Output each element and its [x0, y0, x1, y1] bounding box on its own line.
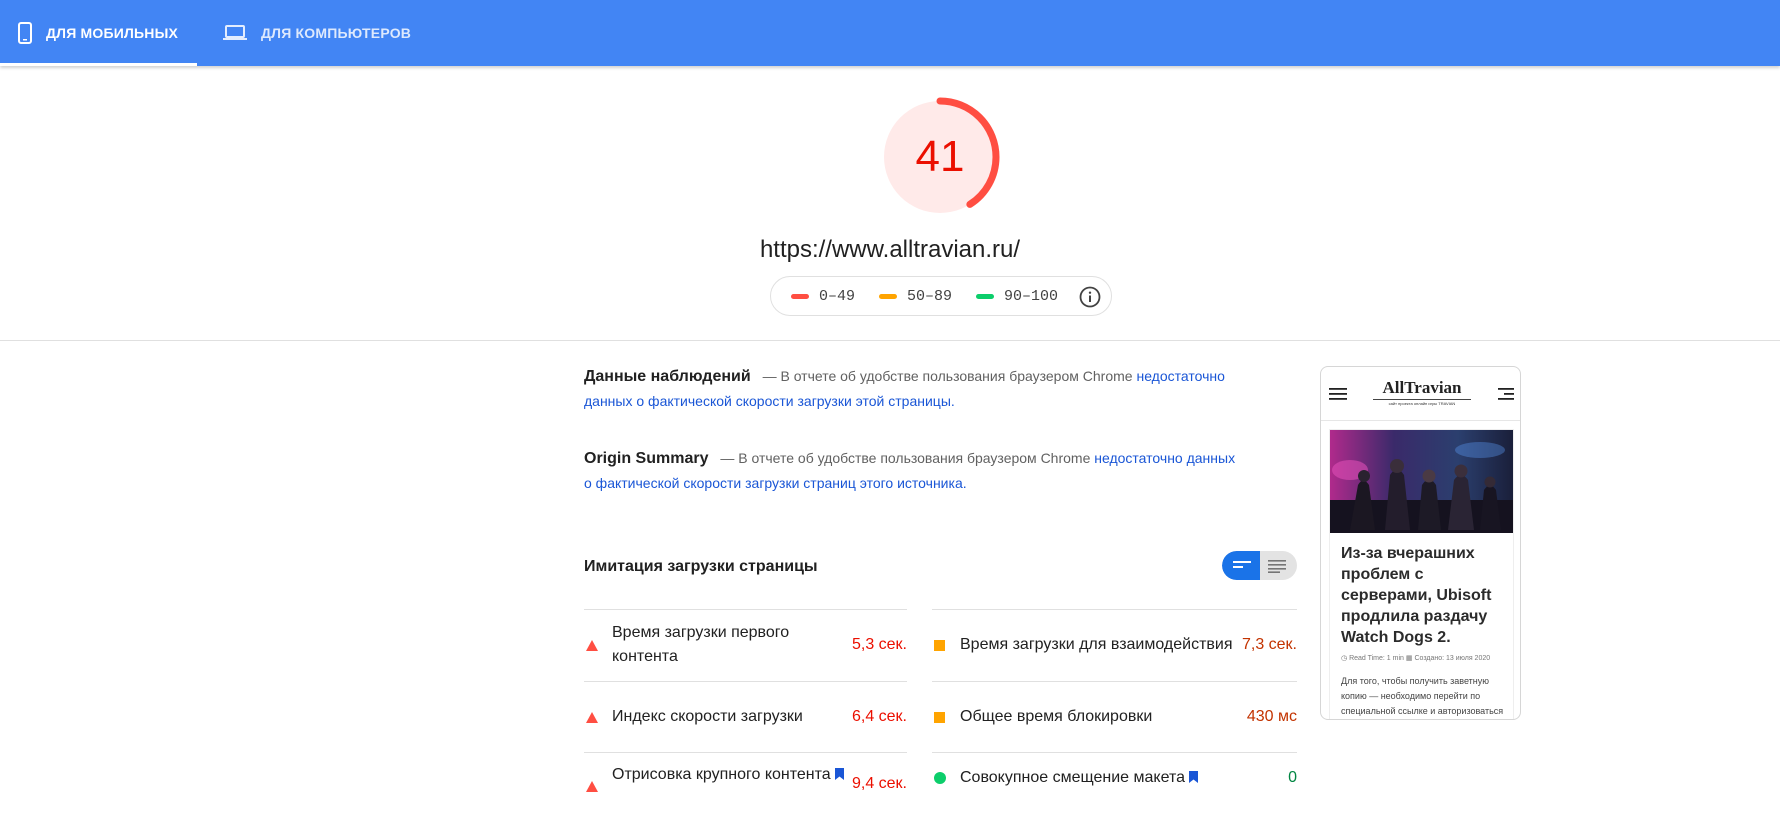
field-data-text: — В отчете об удобстве пользования брауз… — [762, 368, 1133, 384]
legend-item-average: 50–89 — [879, 288, 952, 305]
metric-cumulative-layout-shift: Совокупное смещение макета 0 — [932, 753, 1297, 803]
metric-total-blocking-time: Общее время блокировки 430 мс — [932, 682, 1297, 752]
origin-summary-title: Origin Summary — [584, 450, 709, 467]
pass-circle-icon — [932, 772, 960, 784]
metric-label: Индекс скорости загрузки — [612, 708, 803, 725]
tested-url: https://www.alltravian.ru/ — [759, 236, 1021, 263]
expanded-view-icon — [1268, 560, 1286, 573]
article-title: Из-за вчерашних проблем с серверами, Ubi… — [1341, 545, 1492, 646]
legend-pass-swatch — [976, 293, 995, 299]
page-screenshot-preview: AllTravian сайт проекта онлайн игры TRAV… — [1320, 366, 1521, 720]
average-square-icon — [932, 639, 960, 651]
preview-article-card: Из-за вчерашних проблем с серверами, Ubi… — [1329, 429, 1514, 719]
report-tabs-bar: ДЛЯ МОБИЛЬНЫХ ДЛЯ КОМПЬЮТЕРОВ — [0, 0, 1780, 66]
tab-desktop-label: ДЛЯ КОМПЬЮТЕРОВ — [261, 25, 412, 41]
legend-item-fail: 0–49 — [791, 288, 855, 305]
section-divider — [0, 340, 1780, 341]
bookmark-icon — [1188, 771, 1198, 783]
menu-right-icon — [1498, 388, 1514, 400]
preview-logo: AllTravian — [1382, 378, 1462, 397]
metric-label: Общее время блокировки — [960, 708, 1153, 725]
article-image — [1330, 430, 1513, 533]
expanded-view-button[interactable] — [1260, 551, 1297, 580]
metric-label: Время загрузки первого контента — [612, 624, 790, 665]
preview-header: AllTravian сайт проекта онлайн игры TRAV… — [1321, 367, 1520, 421]
compact-view-icon — [1233, 561, 1251, 568]
metric-label: Отрисовка крупного контента — [612, 763, 852, 787]
read-time: Read Time: 1 min — [1349, 655, 1404, 662]
lab-data-title: Имитация загрузки страницы — [584, 558, 818, 575]
legend-pass-label: 90–100 — [1004, 287, 1059, 305]
metric-largest-contentful-paint: Отрисовка крупного контента 9,4 сек. — [584, 753, 907, 816]
fail-triangle-icon — [584, 763, 612, 792]
preview-tagline: сайт проекта онлайн игры TRAVIAN — [1373, 399, 1471, 406]
metric-label-text: Отрисовка крупного контента — [612, 766, 831, 783]
score-legend: 0–49 50–89 90–100 — [770, 276, 1112, 316]
fail-triangle-icon — [584, 711, 612, 723]
field-data-section: Данные наблюдений — В отчете об удобстве… — [584, 364, 1244, 414]
calendar-icon: ▦ — [1405, 655, 1413, 662]
performance-score: 41 — [915, 132, 965, 181]
smartphone-icon — [18, 22, 32, 44]
metric-value: 6,4 сек. — [851, 708, 907, 725]
metric-speed-index: Индекс скорости загрузки 6,4 сек. — [584, 682, 907, 752]
legend-item-pass: 90–100 — [976, 288, 1058, 305]
legend-average-label: 50–89 — [907, 287, 953, 305]
legend-average-swatch — [879, 293, 898, 299]
legend-fail-swatch — [791, 293, 809, 299]
article-excerpt: Для того, чтобы получить заветную копию … — [1341, 676, 1504, 716]
info-icon[interactable] — [1079, 286, 1101, 308]
metric-value: 430 мс — [1246, 708, 1297, 725]
metric-value: 9,4 сек. — [851, 775, 907, 792]
tab-mobile-label: ДЛЯ МОБИЛЬНЫХ — [46, 25, 179, 41]
origin-summary-text: — В отчете об удобстве пользования брауз… — [720, 450, 1091, 466]
field-data-title: Данные наблюдений — [584, 368, 751, 385]
origin-summary-section: Origin Summary — В отчете об удобстве по… — [584, 446, 1244, 496]
metric-label: Совокупное смещение макета — [960, 766, 1288, 790]
tab-desktop[interactable]: ДЛЯ КОМПЬЮТЕРОВ — [223, 0, 411, 66]
metric-value: 5,3 сек. — [851, 636, 907, 653]
metric-value: 0 — [1288, 769, 1297, 786]
metric-first-contentful-paint: Время загрузки первого контента 5,3 сек. — [584, 610, 907, 680]
compact-view-button[interactable] — [1222, 551, 1260, 580]
metric-time-to-interactive: Время загрузки для взаимодействия 7,3 се… — [932, 610, 1297, 680]
active-tab-indicator — [0, 63, 197, 66]
metric-label-text: Совокупное смещение макета — [960, 769, 1185, 786]
metric-label: Время загрузки для взаимодействия — [960, 636, 1233, 653]
tab-mobile[interactable]: ДЛЯ МОБИЛЬНЫХ — [18, 0, 196, 66]
laptop-icon — [223, 25, 247, 41]
clock-icon: ◷ — [1341, 655, 1348, 662]
article-meta: ◷ Read Time: 1 min ▦ Создано: 13 июля 20… — [1341, 654, 1511, 662]
metric-value: 7,3 сек. — [1241, 636, 1297, 653]
bookmark-icon — [834, 768, 844, 780]
legend-fail-label: 0–49 — [819, 287, 856, 305]
fail-triangle-icon — [584, 639, 612, 651]
created-date: Создано: 13 июля 2020 — [1414, 655, 1491, 662]
metrics-view-toggle[interactable] — [1222, 551, 1297, 580]
hamburger-menu-icon — [1329, 388, 1347, 400]
average-square-icon — [932, 711, 960, 723]
